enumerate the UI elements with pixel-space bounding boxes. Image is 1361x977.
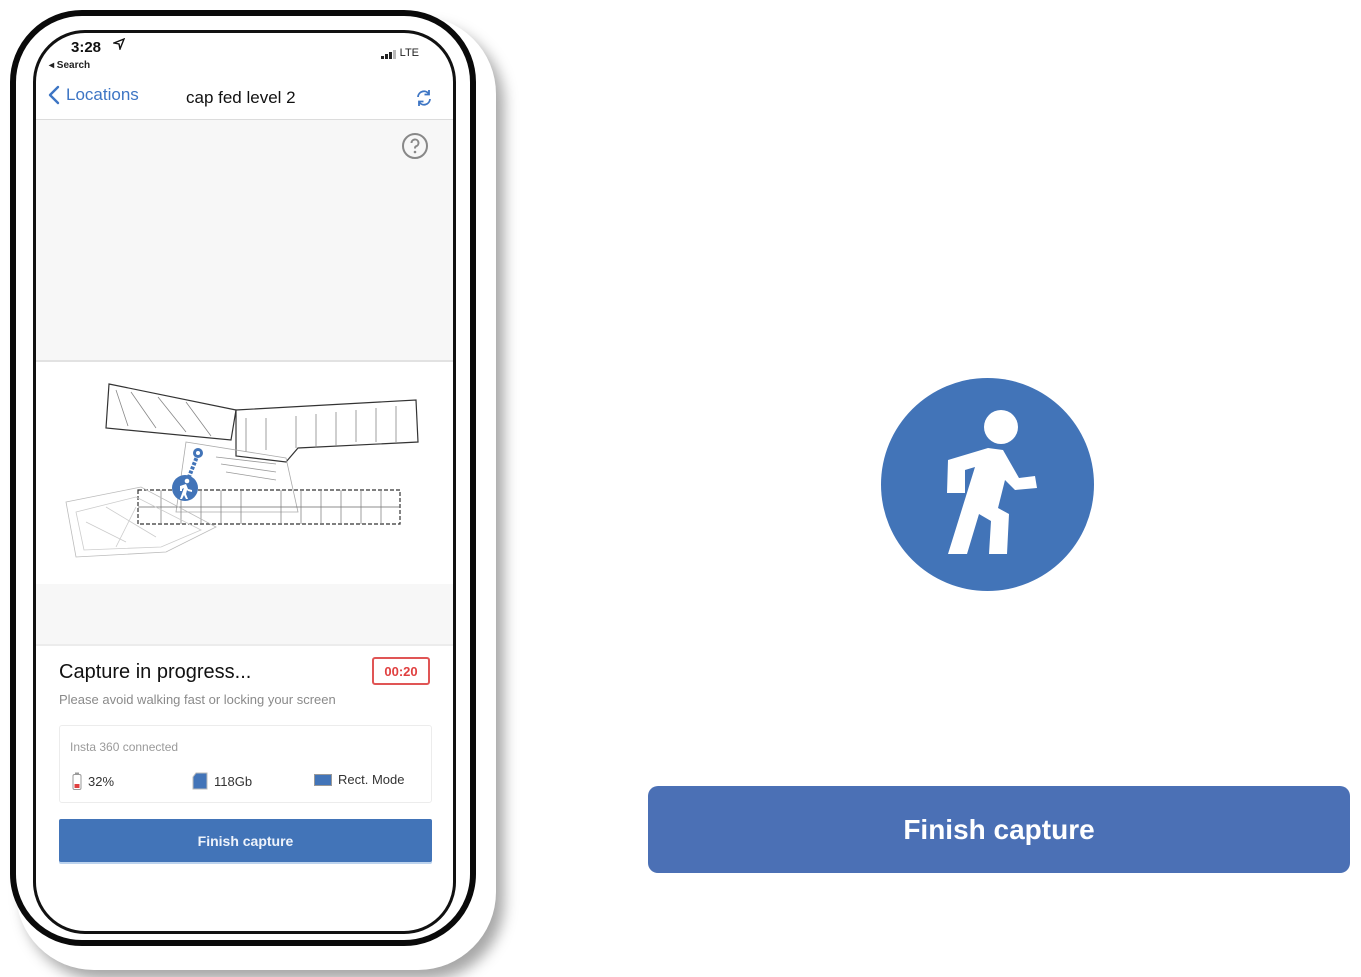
floor-plan <box>65 383 419 558</box>
network-label: LTE <box>399 47 419 59</box>
refresh-icon <box>417 90 431 106</box>
battery-value: 32% <box>88 773 115 789</box>
phone-screen: 3:28 ◂ Search LTE Locations cap fed leve… <box>33 30 456 934</box>
device-card: Insta 360 connected 32% 118Gb Rect. Mode <box>59 725 432 803</box>
walking-person-icon <box>172 475 198 501</box>
capture-timer: 00:20 <box>372 657 430 685</box>
location-arrow-icon <box>111 37 126 53</box>
floor-plan-map[interactable] <box>36 362 453 584</box>
capture-title: Capture in progress... <box>59 661 252 683</box>
signal-icon <box>380 50 396 59</box>
help-button[interactable] <box>401 132 429 165</box>
finish-capture-button[interactable]: Finish capture <box>59 819 432 862</box>
mode-value: Rect. Mode <box>338 772 405 787</box>
storage-value: 118Gb <box>214 773 253 789</box>
capture-subtitle: Please avoid walking fast or locking you… <box>59 692 336 707</box>
battery-stat: 32% <box>72 772 114 790</box>
status-indicators: LTE <box>380 47 419 59</box>
finish-capture-callout-button[interactable]: Finish capture <box>648 786 1350 873</box>
rect-mode-icon <box>314 773 332 786</box>
status-back-search[interactable]: ◂ Search <box>49 60 90 71</box>
walking-person-icon <box>947 410 1037 554</box>
refresh-button[interactable] <box>415 89 433 112</box>
map-top-area <box>36 120 453 360</box>
sd-card-icon <box>192 772 208 790</box>
status-time: 3:28 <box>71 39 102 56</box>
storage-stat: 118Gb <box>192 772 252 790</box>
question-circle-icon <box>402 133 428 159</box>
page-title: cap fed level 2 <box>186 88 296 107</box>
battery-icon <box>72 772 82 790</box>
chevron-left-icon <box>48 85 60 105</box>
mode-stat: Rect. Mode <box>314 772 404 787</box>
walking-person-badge <box>881 378 1094 591</box>
device-name: Insta 360 connected <box>70 740 179 754</box>
back-label: Locations <box>66 85 139 104</box>
map-bottom-area <box>36 584 453 646</box>
back-button[interactable]: Locations <box>48 85 139 105</box>
